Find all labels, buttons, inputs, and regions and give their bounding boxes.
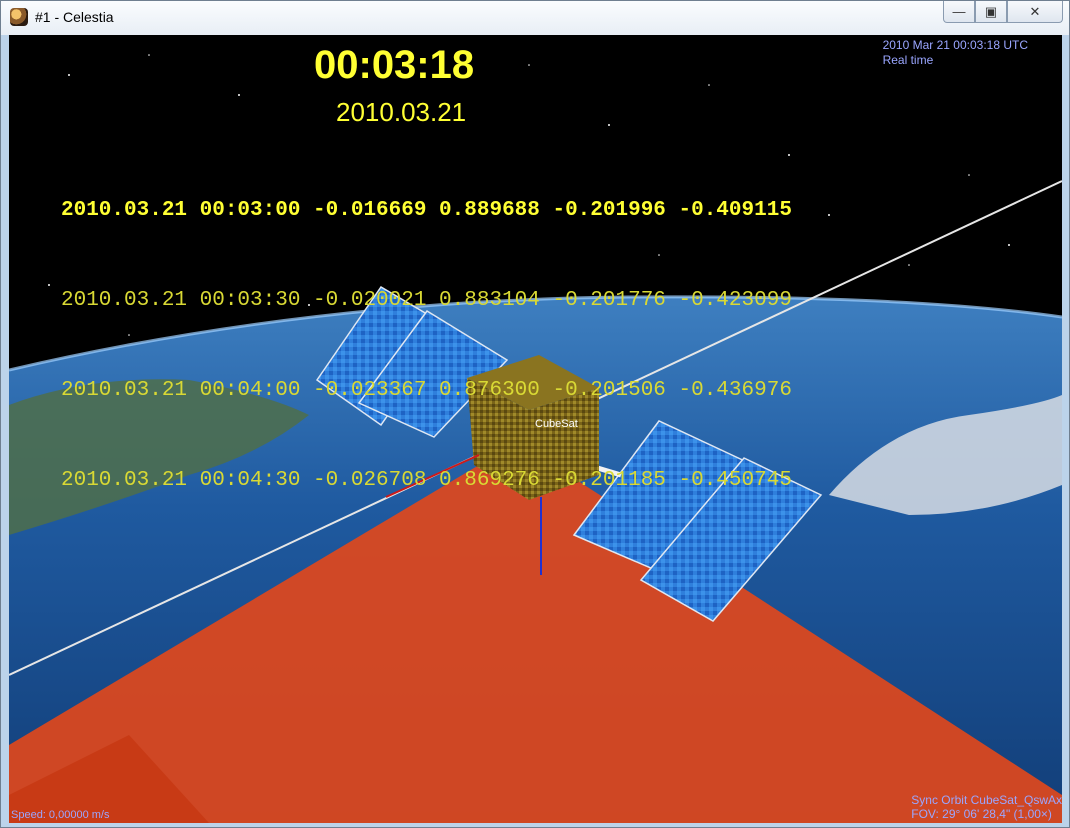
ephemeris-row: 2010.03.21 00:03:30 -0.020021 0.883104 -… bbox=[61, 289, 792, 312]
hud-speed: Speed: 0,00000 m/s bbox=[11, 809, 110, 821]
render-viewport[interactable]: 00:03:18 2010.03.21 2010.03.21 00:03:00 … bbox=[9, 35, 1062, 823]
cubesat-label[interactable]: CubeSat bbox=[535, 418, 578, 430]
hud-fov: FOV: 29° 06' 28,4" (1,00×) bbox=[911, 807, 1052, 821]
ephemeris-row: 2010.03.21 00:04:30 -0.026708 0.869276 -… bbox=[61, 469, 792, 492]
window-title: #1 - Celestia bbox=[35, 9, 114, 25]
close-icon: ✕ bbox=[1029, 3, 1041, 19]
celestia-app-icon bbox=[10, 8, 28, 26]
maximize-icon: ▣ bbox=[984, 3, 998, 19]
overlay-clock: 00:03:18 bbox=[314, 43, 475, 87]
hud-time-info: 2010 Mar 21 00:03:18 UTC Real time bbox=[883, 38, 1028, 68]
hud-datetime: 2010 Mar 21 00:03:18 UTC bbox=[882, 38, 1028, 52]
hud-time-rate: Real time bbox=[882, 53, 934, 67]
ephemeris-table: 2010.03.21 00:03:00 -0.016669 0.889688 -… bbox=[61, 136, 792, 556]
hud-sync-orbit: Sync Orbit CubeSat_QswAx bbox=[911, 793, 1062, 807]
title-bar[interactable]: #1 - Celestia — ▣ ✕ bbox=[1, 1, 1069, 35]
maximize-button[interactable]: ▣ bbox=[975, 1, 1007, 23]
close-button[interactable]: ✕ bbox=[1007, 1, 1063, 23]
ephemeris-row: 2010.03.21 00:04:00 -0.023367 0.876300 -… bbox=[61, 379, 792, 402]
celestia-window: #1 - Celestia — ▣ ✕ 00:03:18 2010.03.21 … bbox=[0, 0, 1070, 828]
minimize-button[interactable]: — bbox=[943, 1, 975, 23]
minimize-icon: — bbox=[952, 4, 966, 19]
overlay-date: 2010.03.21 bbox=[336, 97, 467, 127]
window-controls: — ▣ ✕ bbox=[943, 1, 1063, 23]
ephemeris-row: 2010.03.21 00:03:00 -0.016669 0.889688 -… bbox=[61, 199, 792, 222]
hud-view-info: Sync Orbit CubeSat_QswAx FOV: 29° 06' 28… bbox=[911, 793, 1062, 821]
